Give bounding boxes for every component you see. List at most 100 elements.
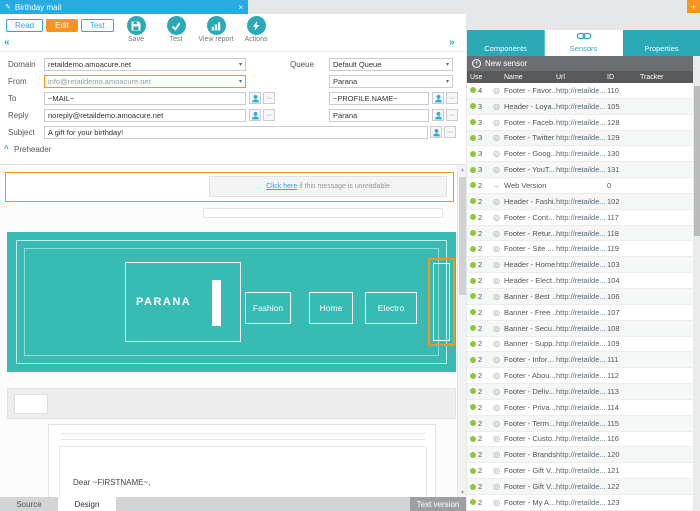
new-sensor-button[interactable]: + New sensor	[467, 56, 693, 71]
tab-source[interactable]: Source	[0, 497, 58, 511]
sensor-row[interactable]: 2 ◎ Banner - Secu... http://retailde... …	[467, 321, 693, 337]
sensor-name[interactable]: Header - Elect...	[504, 276, 556, 285]
sensor-url[interactable]: http://retailde...	[556, 197, 607, 206]
email-body-block[interactable]: Dear ~FIRSTNAME~,	[48, 424, 436, 497]
preheader-collapse-icon[interactable]: ^	[4, 144, 9, 153]
sensor-url[interactable]: http://retailde...	[556, 276, 607, 285]
selected-header-block[interactable]: Click here if this message is unreadable	[5, 172, 454, 202]
sensor-name[interactable]: Footer - Priva...	[504, 403, 556, 412]
sensor-row[interactable]: 2 ◎ Footer - Gift V... http://retailde..…	[467, 479, 693, 495]
tab-sensors[interactable]: Sensors	[545, 30, 623, 56]
sensor-row[interactable]: 2 ◎ Footer - Site ... http://retailde...…	[467, 241, 693, 257]
more-options-icon[interactable]: ⋯	[263, 109, 275, 121]
collapse-right-chevron-icon[interactable]: »	[449, 37, 455, 48]
webversion-link[interactable]: Click here	[266, 183, 297, 190]
sensor-row[interactable]: 3 ◎ Footer - Twitter http://retailde... …	[467, 131, 693, 147]
sensor-row[interactable]: 2 ◎ Footer - Deliv... http://retailde...…	[467, 384, 693, 400]
spacer-block[interactable]	[203, 208, 443, 218]
sensor-row[interactable]: 2 ◎ Footer - Infor... http://retailde...…	[467, 352, 693, 368]
sensor-name[interactable]: Header - Home	[504, 260, 556, 269]
sensor-row[interactable]: 2 ◎ Footer - Priva... http://retailde...…	[467, 400, 693, 416]
sensor-name[interactable]: Footer - Abou...	[504, 371, 556, 380]
nav-item-home[interactable]: Home	[309, 292, 353, 324]
profile-person-icon[interactable]	[432, 109, 444, 121]
edit-mode-button[interactable]: Edit	[46, 19, 78, 32]
sensor-name[interactable]: Footer - Gift V...	[504, 482, 556, 491]
profile-person-icon[interactable]	[430, 126, 442, 138]
sensor-table-scrollbar[interactable]	[693, 56, 700, 511]
domain-select[interactable]: retaildemo.amoacure.net▾	[44, 58, 246, 71]
preview-scrollbar[interactable]: ▲ ▼	[457, 165, 466, 497]
sensor-url[interactable]: http://retailde...	[556, 482, 607, 491]
sensor-name[interactable]: Footer - Faceb...	[504, 118, 556, 127]
sensor-name[interactable]: Banner - Free ...	[504, 308, 556, 317]
selected-banner-element[interactable]	[428, 258, 455, 346]
sensor-name[interactable]: Web Version	[504, 181, 556, 190]
sensor-url[interactable]: http://retailde...	[556, 260, 607, 269]
profile-person-icon[interactable]	[432, 92, 444, 104]
sensor-name[interactable]: Footer - Infor...	[504, 355, 556, 364]
to-name-input[interactable]: ~PROFILE.NAME~	[329, 92, 429, 105]
sensor-url[interactable]: http://retailde...	[556, 308, 607, 317]
profile-person-icon[interactable]	[249, 109, 261, 121]
more-options-icon[interactable]: ⋯	[446, 92, 458, 104]
sensor-name[interactable]: Footer - Site ...	[504, 244, 556, 253]
test-button[interactable]: Test	[156, 16, 196, 43]
sensor-row[interactable]: 2 ◎ Header - Elect... http://retailde...…	[467, 273, 693, 289]
sensor-url[interactable]: http://retailde...	[556, 498, 607, 507]
more-options-icon[interactable]: ⋯	[446, 109, 458, 121]
sensor-row[interactable]: 2 ◎ Banner - Supp... http://retailde... …	[467, 337, 693, 353]
sensor-name[interactable]: Footer - Brands	[504, 450, 556, 459]
scroll-up-icon[interactable]: ▲	[459, 167, 466, 173]
profile-person-icon[interactable]	[249, 92, 261, 104]
sensor-url[interactable]: http://retailde...	[556, 244, 607, 253]
read-mode-button[interactable]: Read	[6, 19, 43, 32]
sensor-name[interactable]: Banner - Best ...	[504, 292, 556, 301]
view-report-button[interactable]: View report	[196, 16, 236, 43]
sensor-row[interactable]: 2 → Web Version 0	[467, 178, 693, 194]
sensor-name[interactable]: Header - Loya...	[504, 102, 556, 111]
sensor-row[interactable]: 2 ◎ Header - Home http://retailde... 103	[467, 257, 693, 273]
sensor-url[interactable]: http://retailde...	[556, 165, 607, 174]
sensor-url[interactable]: http://retailde...	[556, 466, 607, 475]
sensor-row[interactable]: 2 ◎ Footer - Retur... http://retailde...…	[467, 226, 693, 242]
sensor-row[interactable]: 3 ◎ Footer - Goog... http://retailde... …	[467, 146, 693, 162]
sensor-url[interactable]: http://retailde...	[556, 403, 607, 412]
sensor-url[interactable]: http://retailde...	[556, 102, 607, 111]
sensor-name[interactable]: Footer - Custo...	[504, 434, 556, 443]
sensor-url[interactable]: http://retailde...	[556, 133, 607, 142]
sensor-url[interactable]: http://retailde...	[556, 371, 607, 380]
actions-button[interactable]: Actions	[236, 16, 276, 43]
sensor-url[interactable]: http://retailde...	[556, 387, 607, 396]
test-mode-button[interactable]: Test	[81, 19, 114, 32]
to-input[interactable]: ~MAIL~	[44, 92, 246, 105]
sensor-row[interactable]: 2 ◎ Footer - Brands http://retailde... 1…	[467, 447, 693, 463]
sensor-name[interactable]: Footer - Gift V...	[504, 466, 556, 475]
sub-header-block[interactable]	[7, 388, 456, 419]
tab-design[interactable]: Design	[58, 497, 116, 511]
sensor-row[interactable]: 2 ◎ Header - Fashi... http://retailde...…	[467, 194, 693, 210]
email-header-banner[interactable]: PARANA Fashion Home Electro	[7, 232, 456, 372]
queue-select[interactable]: Default Queue▾	[329, 58, 453, 71]
tab-text-version[interactable]: Text version	[410, 497, 466, 511]
more-options-icon[interactable]: ⋯	[263, 92, 275, 104]
subject-input[interactable]: A gift for your birthday!	[44, 126, 428, 139]
collapse-left-chevron-icon[interactable]: «	[4, 37, 10, 48]
save-button[interactable]: Save	[116, 16, 156, 43]
sensor-row[interactable]: 2 ◎ Footer - Term... http://retailde... …	[467, 416, 693, 432]
scrollbar-thumb[interactable]	[694, 86, 700, 236]
sensor-name[interactable]: Banner - Supp...	[504, 339, 556, 348]
sensor-name[interactable]: Header - Fashi...	[504, 197, 556, 206]
sensor-row[interactable]: 2 ◎ Footer - Custo... http://retailde...…	[467, 432, 693, 448]
reply-input[interactable]: noreply@retaildemo.amoacure.net	[44, 109, 246, 122]
sensor-name[interactable]: Footer - My A...	[504, 498, 556, 507]
sensor-url[interactable]: http://retailde...	[556, 419, 607, 428]
sensor-name[interactable]: Footer - Retur...	[504, 229, 556, 238]
sensor-url[interactable]: http://retailde...	[556, 229, 607, 238]
from-select[interactable]: info@retaildemo.amoacure.net▾	[44, 75, 246, 88]
nav-item-fashion[interactable]: Fashion	[245, 292, 291, 324]
from-name-select[interactable]: Parana▾	[329, 75, 453, 88]
sensor-url[interactable]: http://retailde...	[556, 450, 607, 459]
sensor-name[interactable]: Footer - YouT...	[504, 165, 556, 174]
more-options-icon[interactable]: ⋯	[444, 126, 456, 138]
